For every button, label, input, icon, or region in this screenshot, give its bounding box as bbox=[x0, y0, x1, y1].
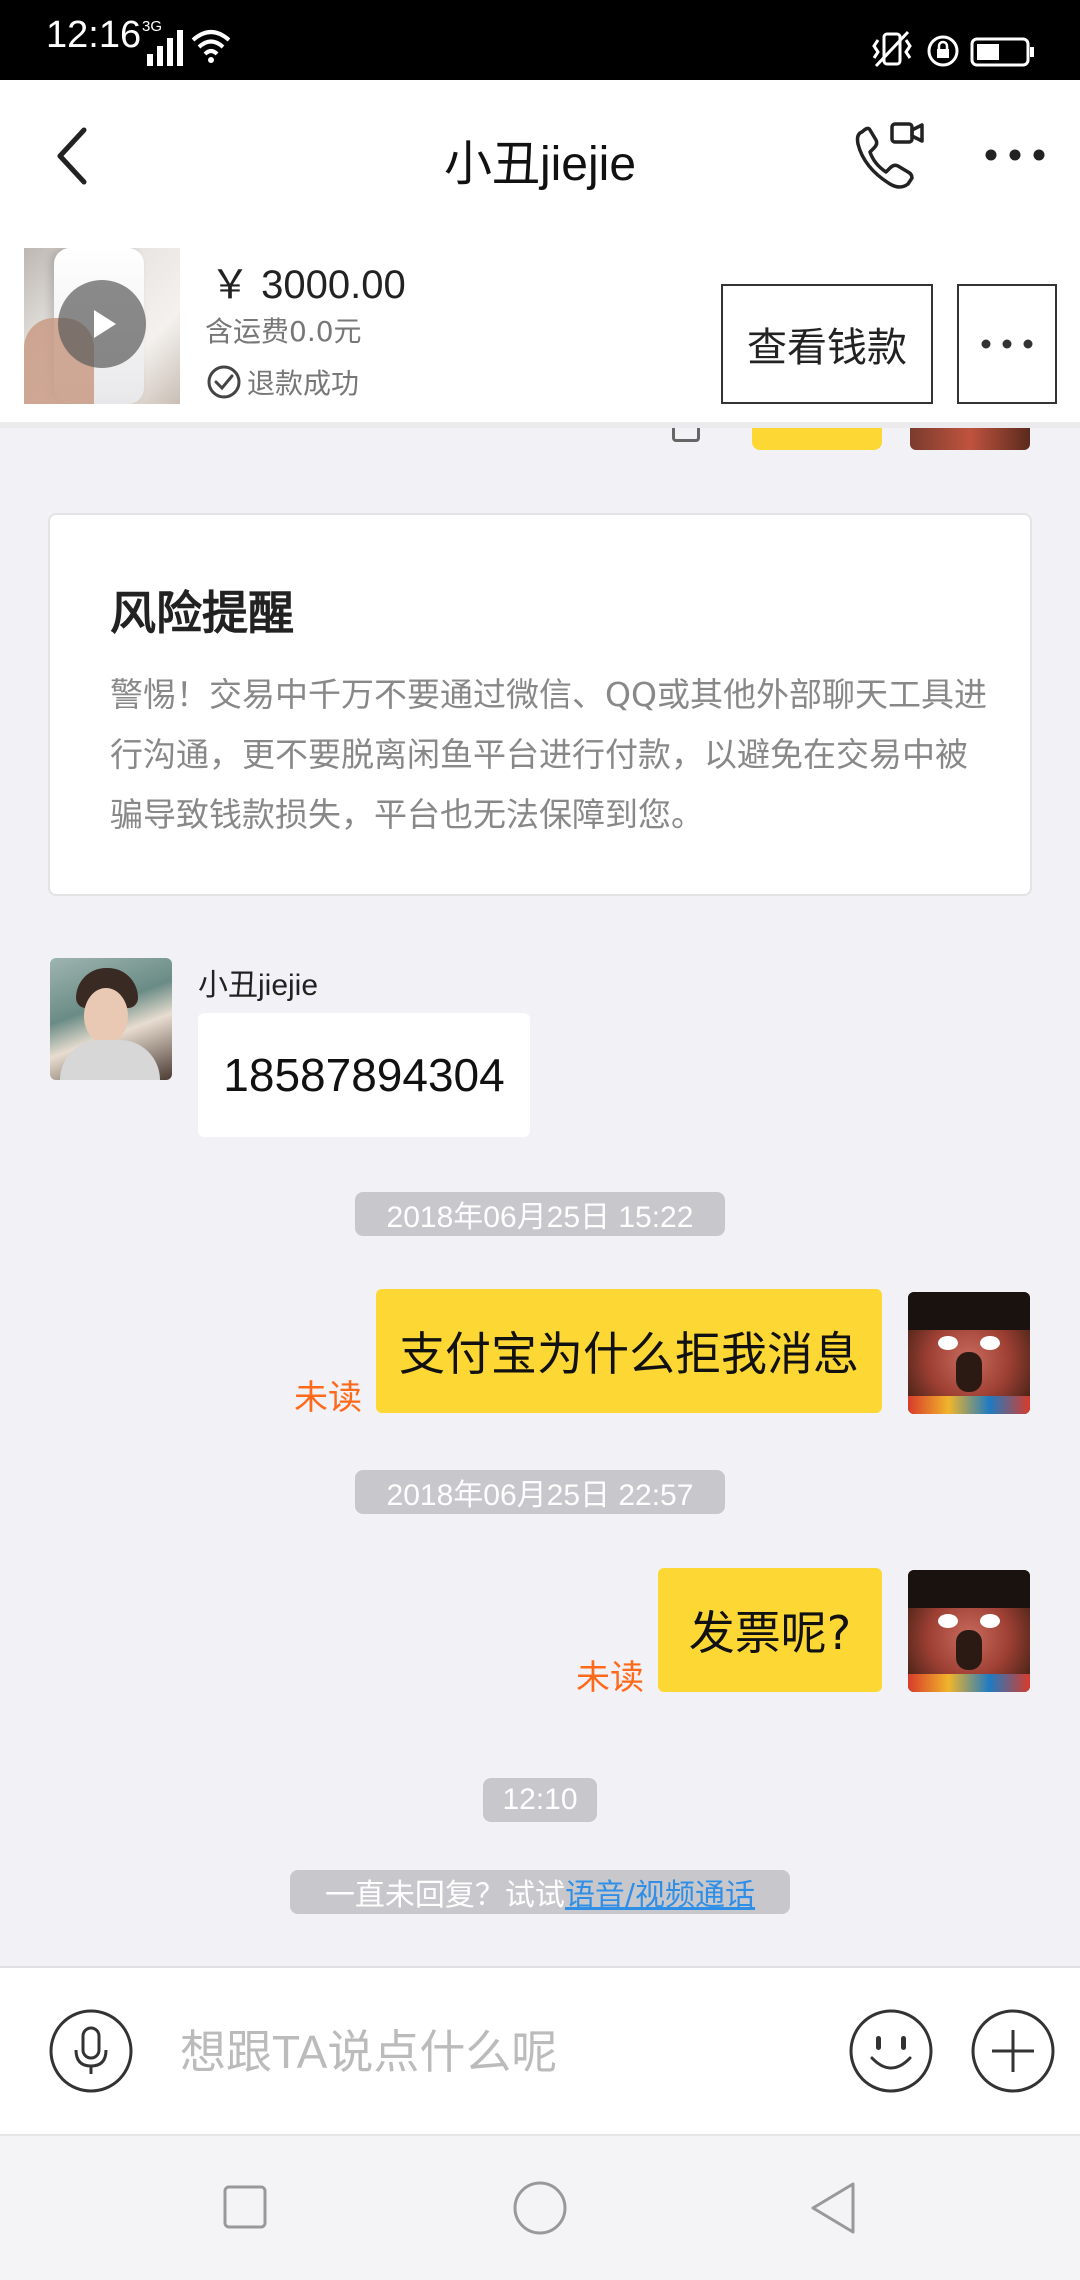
message-input[interactable] bbox=[180, 2016, 820, 2088]
battery-icon bbox=[970, 37, 1034, 67]
play-icon[interactable] bbox=[58, 280, 146, 368]
avatar[interactable] bbox=[908, 1570, 1030, 1692]
more-dots-icon bbox=[981, 339, 1033, 349]
product-thumbnail[interactable] bbox=[24, 248, 180, 404]
avatar[interactable] bbox=[50, 958, 172, 1080]
hint-text: 一直未回复？试试 bbox=[324, 1878, 565, 1913]
message-timestamp: 12:10 bbox=[483, 1778, 597, 1822]
refund-status: 退款成功 bbox=[205, 362, 359, 402]
rotation-lock-icon bbox=[927, 35, 959, 67]
previous-message-bubble bbox=[752, 428, 882, 450]
home-icon[interactable] bbox=[512, 2180, 568, 2236]
system-nav-bar bbox=[0, 2134, 1080, 2280]
sent-message-bubble[interactable]: 发票呢? bbox=[658, 1568, 882, 1692]
vibrate-icon bbox=[872, 30, 912, 68]
refund-status-label: 退款成功 bbox=[247, 367, 360, 400]
signal-icon bbox=[147, 30, 183, 66]
previous-avatar bbox=[910, 428, 1030, 450]
check-circle-icon bbox=[207, 365, 241, 399]
unread-status: 未读 bbox=[294, 1378, 362, 1418]
product-more-button[interactable] bbox=[957, 284, 1057, 404]
wifi-icon bbox=[191, 30, 231, 63]
avatar[interactable] bbox=[908, 1292, 1030, 1414]
shipping-fee: 含运费0.0元 bbox=[205, 315, 362, 348]
previous-read-indicator bbox=[672, 428, 700, 442]
plus-icon[interactable] bbox=[970, 2008, 1056, 2094]
more-icon[interactable] bbox=[982, 140, 1048, 170]
emoji-icon[interactable] bbox=[848, 2008, 934, 2094]
call-suggestion-hint: 一直未回复？试试 语音/视频通话 bbox=[290, 1870, 790, 1914]
risk-warning-card: 风险提醒 警惕！交易中千万不要通过微信、QQ或其他外部聊天工具进行沟通，更不要脱… bbox=[48, 513, 1032, 896]
message-timestamp: 2018年06月25日 15:22 bbox=[355, 1192, 725, 1236]
video-call-icon[interactable] bbox=[850, 116, 930, 196]
received-message-bubble[interactable]: 18587894304 bbox=[198, 1013, 530, 1137]
unread-status: 未读 bbox=[576, 1658, 644, 1698]
recent-apps-icon[interactable] bbox=[222, 2184, 268, 2230]
message-timestamp: 2018年06月25日 22:57 bbox=[355, 1470, 725, 1514]
product-price: ￥ 3000.00 bbox=[210, 263, 406, 307]
sent-message-bubble[interactable]: 支付宝为什么拒我消息 bbox=[376, 1289, 882, 1413]
chat-header: 小丑jiejie bbox=[0, 80, 1080, 230]
voice-video-call-link[interactable]: 语音/视频通话 bbox=[565, 1870, 755, 1914]
message-input-bar bbox=[0, 1966, 1080, 2134]
risk-warning-body: 警惕！交易中千万不要通过微信、QQ或其他外部聊天工具进行沟通，更不要脱离闲鱼平台… bbox=[110, 675, 987, 834]
status-bar: 12:16 3G bbox=[0, 0, 1080, 80]
product-summary: ￥ 3000.00 含运费0.0元 退款成功 查看钱款 bbox=[0, 230, 1080, 428]
sender-name: 小丑jiejie bbox=[198, 969, 319, 1002]
microphone-icon[interactable] bbox=[48, 2008, 134, 2094]
view-funds-button[interactable]: 查看钱款 bbox=[721, 284, 933, 404]
back-icon[interactable] bbox=[808, 2180, 858, 2236]
status-time: 12:16 bbox=[46, 14, 142, 56]
risk-warning-title: 风险提醒 bbox=[110, 586, 294, 640]
